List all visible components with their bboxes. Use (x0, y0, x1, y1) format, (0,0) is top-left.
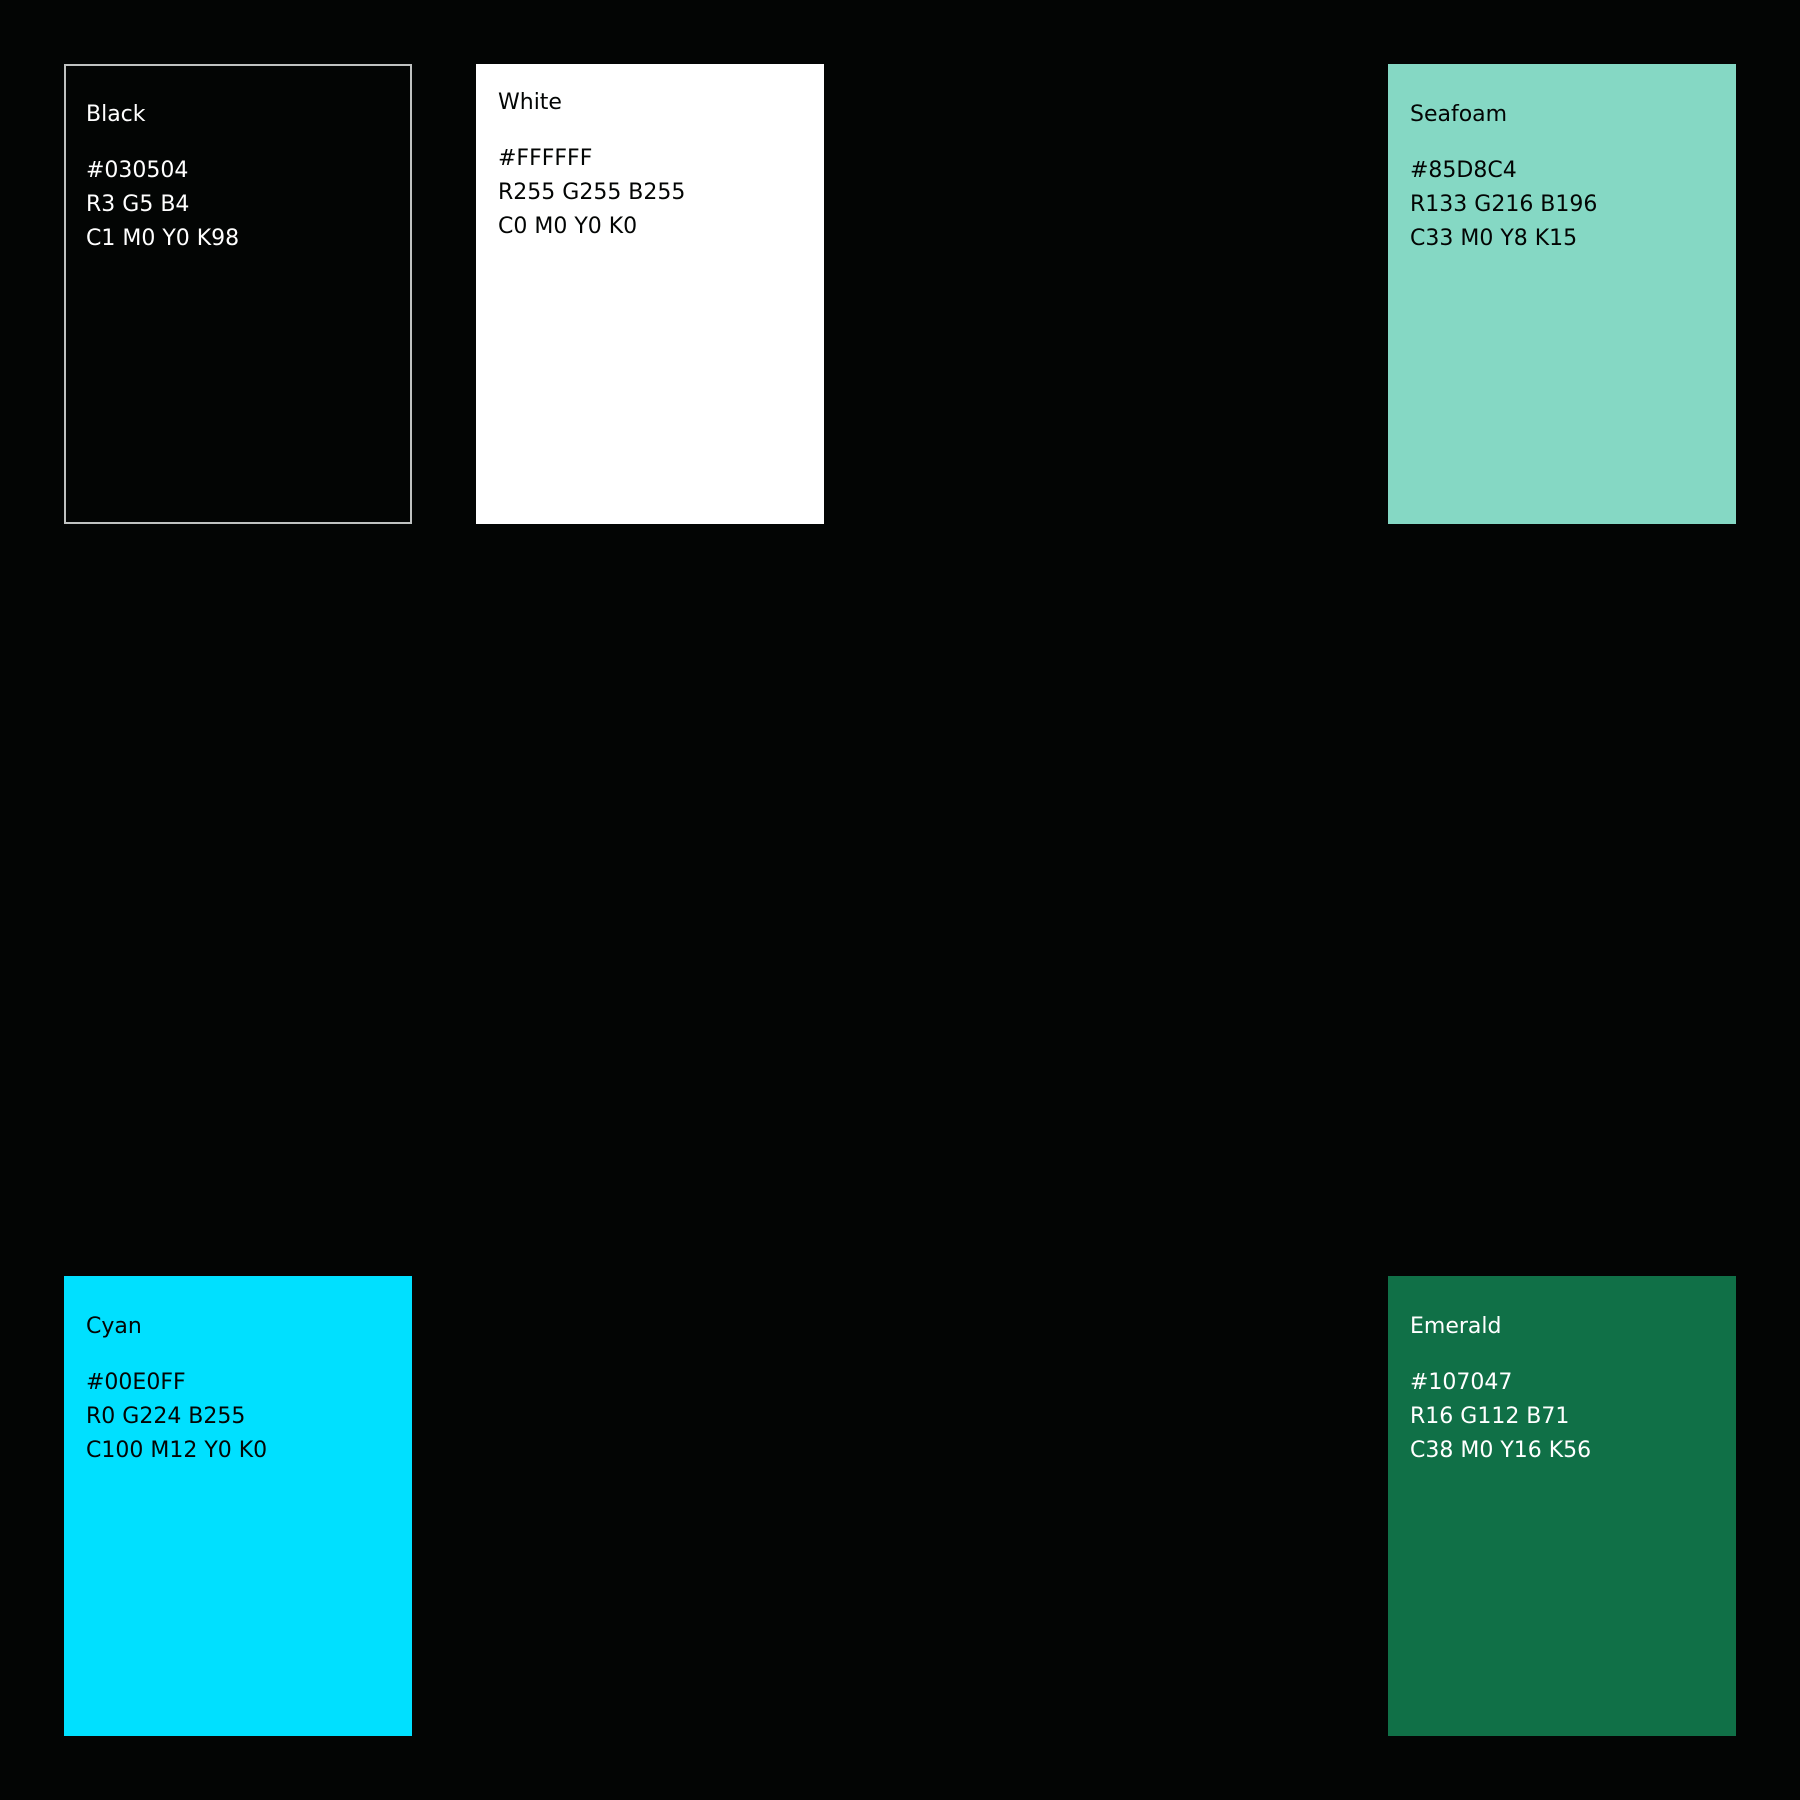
swatch-cmyk: C33 M0 Y8 K15 (1410, 226, 1578, 251)
swatch-rgb: R16 G112 B71 (1410, 1404, 1570, 1429)
swatch-cmyk: C100 M12 Y0 K0 (86, 1438, 268, 1463)
swatch-emerald: Emerald #107047 R16 G112 B71 C38 M0 Y16 … (1388, 1276, 1736, 1736)
swatch-name: White (498, 90, 562, 115)
swatch-cmyk: C38 M0 Y16 K56 (1410, 1438, 1592, 1463)
swatch-rgb: R133 G216 B196 (1410, 192, 1598, 217)
swatch-hex: #85D8C4 (1410, 158, 1517, 183)
swatch-hex: #030504 (86, 158, 189, 183)
swatch-cmyk: C0 M0 Y0 K0 (498, 214, 638, 239)
swatch-rgb: R255 G255 B255 (498, 180, 686, 205)
swatch-rgb: R3 G5 B4 (86, 192, 190, 217)
swatch-hex: #FFFFFF (498, 146, 593, 171)
swatch-white: White #FFFFFF R255 G255 B255 C0 M0 Y0 K0 (476, 64, 824, 524)
swatch-rgb: R0 G224 B255 (86, 1404, 246, 1429)
swatch-cyan: Cyan #00E0FF R0 G224 B255 C100 M12 Y0 K0 (64, 1276, 412, 1736)
swatch-name: Black (86, 102, 146, 127)
color-palette-page: Black #030504 R3 G5 B4 C1 M0 Y0 K98 Whit… (0, 0, 1800, 1800)
swatch-black: Black #030504 R3 G5 B4 C1 M0 Y0 K98 (64, 64, 412, 524)
swatch-hex: #00E0FF (86, 1370, 186, 1395)
swatch-hex: #107047 (1410, 1370, 1513, 1395)
swatch-name: Seafoam (1410, 102, 1508, 127)
swatch-name: Emerald (1410, 1314, 1502, 1339)
swatch-cmyk: C1 M0 Y0 K98 (86, 226, 240, 251)
swatch-seafoam: Seafoam #85D8C4 R133 G216 B196 C33 M0 Y8… (1388, 64, 1736, 524)
swatch-name: Cyan (86, 1314, 142, 1339)
